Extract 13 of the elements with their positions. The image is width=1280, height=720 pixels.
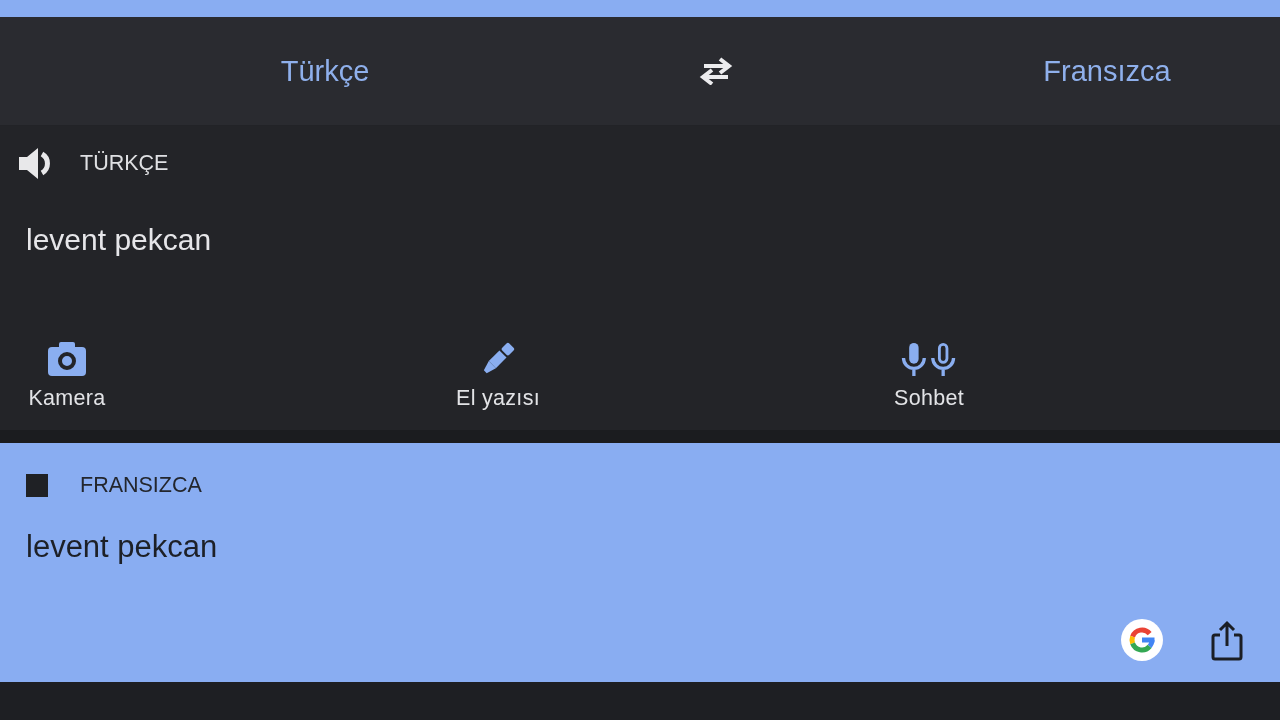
- source-language-label: TÜRKÇE: [80, 151, 169, 176]
- conversation-button[interactable]: Sohbet: [859, 342, 999, 411]
- source-text-field[interactable]: levent pekcan: [26, 222, 212, 258]
- handwriting-button[interactable]: El yazısı: [428, 342, 568, 411]
- share-icon[interactable]: [1211, 619, 1243, 661]
- target-language-button[interactable]: Fransızca: [1043, 53, 1171, 89]
- swap-icon[interactable]: [698, 57, 734, 85]
- translation-text: levent pekcan: [26, 529, 218, 565]
- camera-icon: [47, 342, 87, 376]
- target-language-label: FRANSIZCA: [80, 473, 202, 498]
- g-logo-icon[interactable]: [1121, 619, 1163, 661]
- source-language-button[interactable]: Türkçe: [280, 53, 370, 89]
- camera-button[interactable]: Kamera: [0, 342, 137, 411]
